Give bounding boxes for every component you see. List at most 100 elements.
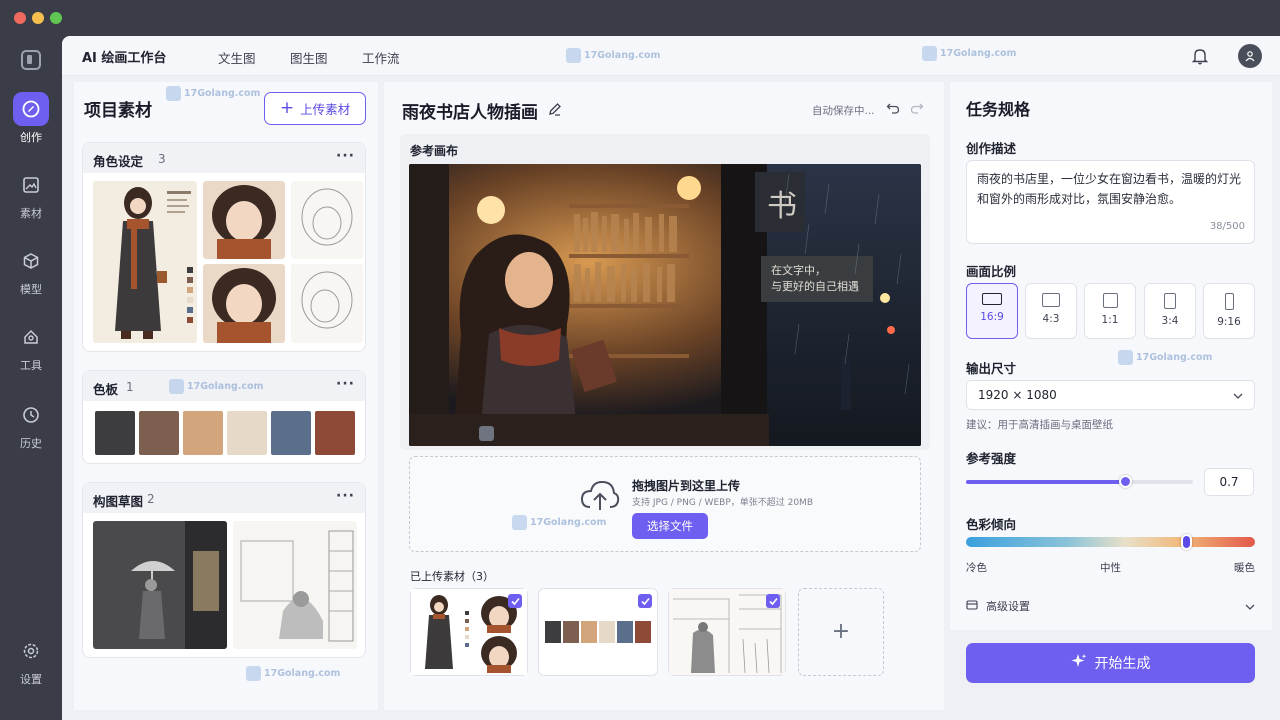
- ratio-option-16-9[interactable]: 16:9: [966, 283, 1018, 339]
- image-icon: [13, 168, 49, 202]
- spec-panel: 任务规格 创作描述 雨夜的书店里，一位少女在窗边看书，温暖的灯光和窗外的雨形成对…: [950, 82, 1272, 630]
- palette-swatch[interactable]: [271, 411, 311, 455]
- strength-input[interactable]: 0.7: [1204, 468, 1254, 496]
- checkbox-checked-icon[interactable]: [508, 594, 522, 608]
- project-title: 雨夜书店人物插画: [402, 103, 538, 123]
- advanced-label: 高级设置: [986, 600, 1030, 613]
- watermark: 17Golang.com: [169, 379, 263, 394]
- character-face-thumb[interactable]: [203, 264, 285, 343]
- card-count: 2: [147, 492, 155, 506]
- uploaded-item[interactable]: [668, 588, 786, 676]
- rail-item-assets[interactable]: 素材: [6, 168, 56, 226]
- rail-item-settings[interactable]: 设置: [6, 634, 56, 692]
- ratio-option-9-16[interactable]: 9:16: [1203, 283, 1255, 339]
- workspace-panel: 雨夜书店人物插画 自动保存中... 参考画布 书 在文字中， 与更好的自己相遇 …: [384, 82, 944, 710]
- palette-swatch[interactable]: [315, 411, 355, 455]
- card-count: 1: [126, 380, 134, 394]
- tab-workflow[interactable]: 工作流: [362, 48, 400, 67]
- project-title-row: 雨夜书店人物插画: [402, 98, 562, 123]
- card-title: 构图草图: [93, 494, 144, 509]
- palette-swatch: [581, 621, 597, 643]
- store-sign-char: 书: [767, 189, 797, 224]
- sketch-card[interactable]: 构图草图 2 ···: [82, 482, 366, 658]
- app-logo-icon: [21, 50, 41, 70]
- strength-label: 参考强度: [966, 451, 1017, 466]
- card-header: 构图草图 2 ···: [83, 483, 365, 513]
- more-icon[interactable]: ···: [336, 488, 355, 504]
- slider-handle[interactable]: [1118, 475, 1132, 488]
- rail-item-create[interactable]: 创作: [6, 92, 56, 150]
- palette-swatch[interactable]: [183, 411, 223, 455]
- description-input[interactable]: 雨夜的书店里，一位少女在窗边看书，温暖的灯光和窗外的雨形成对比，氛围安静治愈。 …: [966, 160, 1255, 244]
- character-sketch-thumb[interactable]: [291, 181, 363, 259]
- rail-item-label: 设置: [20, 673, 42, 686]
- ratio-option-3-4[interactable]: 3:4: [1144, 283, 1196, 339]
- assets-panel: 项目素材 17Golang.com + 上传素材 角色设定 3 ··· 色板 1…: [74, 82, 378, 710]
- window-titlebar: [0, 0, 1280, 36]
- tab-image-to-image[interactable]: 图生图: [290, 48, 328, 67]
- plus-icon: +: [279, 98, 295, 118]
- ratio-option-4-3[interactable]: 4:3: [1025, 283, 1077, 339]
- bell-icon[interactable]: [1191, 47, 1209, 68]
- more-icon[interactable]: ···: [336, 148, 355, 164]
- upload-dropzone[interactable]: 拖拽图片到这里上传 支持 JPG / PNG / WEBP，单张不超过 20MB…: [409, 456, 921, 552]
- advanced-settings-toggle[interactable]: 高级设置: [966, 598, 1255, 614]
- ratio-shape-icon: [1102, 293, 1118, 308]
- char-count: 38/500: [1209, 221, 1245, 232]
- palette-swatch[interactable]: [139, 411, 179, 455]
- palette-swatch[interactable]: [227, 411, 267, 455]
- rail-item-tools[interactable]: 工具: [6, 320, 56, 378]
- palette-card[interactable]: 色板 1 ··· 17Golang.com: [82, 370, 366, 464]
- watermark: 17Golang.com: [1118, 350, 1212, 365]
- output-label: 输出尺寸: [966, 361, 1017, 376]
- settings-sliders-icon: [966, 599, 978, 614]
- watermark: 17Golang.com: [166, 86, 260, 101]
- avatar[interactable]: [1238, 44, 1262, 68]
- character-card[interactable]: 角色设定 3 ···: [82, 142, 366, 352]
- add-asset-button[interactable]: +: [798, 588, 884, 676]
- create-icon: [13, 92, 49, 126]
- output-size-select[interactable]: 1920 × 1080: [966, 380, 1255, 410]
- reference-canvas: 参考画布 书 在文字中， 与更好的自己相遇: [400, 134, 930, 450]
- rail-item-models[interactable]: 模型: [6, 244, 56, 302]
- slider-handle[interactable]: [1180, 534, 1192, 550]
- card-count: 3: [158, 152, 166, 166]
- palette-swatch: [563, 621, 579, 643]
- edit-icon[interactable]: [548, 102, 562, 119]
- ratio-label: 画面比例: [966, 264, 1017, 279]
- redo-icon[interactable]: [910, 101, 924, 118]
- rail-item-label: 历史: [20, 437, 42, 450]
- strength-slider[interactable]: [966, 475, 1193, 488]
- sketch-rain-thumb[interactable]: [93, 521, 227, 649]
- tab-text-to-image[interactable]: 文生图: [218, 48, 256, 67]
- uploaded-item[interactable]: [410, 588, 528, 676]
- undo-icon[interactable]: [886, 101, 900, 118]
- ratio-shape-icon: [982, 293, 1002, 305]
- uploaded-item[interactable]: [538, 588, 658, 676]
- character-sheet-thumb[interactable]: [93, 181, 197, 343]
- close-window-button[interactable]: [14, 12, 26, 24]
- character-sketch-thumb[interactable]: [291, 264, 363, 343]
- generate-button[interactable]: 开始生成: [966, 643, 1255, 683]
- ratio-option-1-1[interactable]: 1:1: [1084, 283, 1136, 339]
- top-nav: AI 绘画工作台 文生图 图生图 工作流 17Golang.com 17Gola…: [62, 36, 1280, 76]
- app-window: AI 绘画工作台 文生图 图生图 工作流 17Golang.com 17Gola…: [62, 36, 1280, 720]
- palette-swatch[interactable]: [95, 411, 135, 455]
- upload-asset-button[interactable]: + 上传素材: [264, 92, 366, 125]
- dropzone-hint: 支持 JPG / PNG / WEBP，单张不超过 20MB: [632, 498, 813, 508]
- checkbox-checked-icon[interactable]: [638, 594, 652, 608]
- color-tendency-slider[interactable]: [966, 534, 1255, 550]
- minimize-window-button[interactable]: [32, 12, 44, 24]
- slider-fill: [966, 480, 1125, 484]
- palette-swatch: [635, 621, 651, 643]
- sketch-interior-thumb[interactable]: [233, 521, 357, 649]
- reference-image[interactable]: 书 在文字中， 与更好的自己相遇: [409, 164, 921, 446]
- maximize-window-button[interactable]: [50, 12, 62, 24]
- ratio-label-text: 1:1: [1101, 314, 1119, 326]
- more-icon[interactable]: ···: [336, 376, 355, 392]
- character-face-thumb[interactable]: [203, 181, 285, 259]
- rail-item-history[interactable]: 历史: [6, 398, 56, 456]
- choose-file-button[interactable]: 选择文件: [632, 513, 708, 539]
- checkbox-checked-icon[interactable]: [766, 594, 780, 608]
- rail-item-label: 工具: [20, 359, 42, 372]
